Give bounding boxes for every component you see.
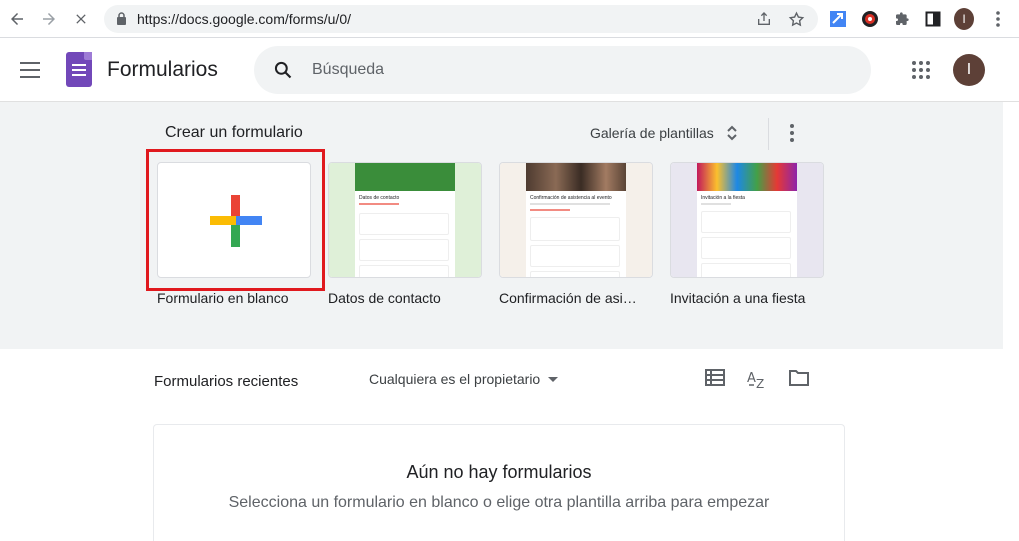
- empty-state: Aún no hay formularios Selecciona un for…: [153, 424, 845, 541]
- empty-state-title: Aún no hay formularios: [406, 462, 592, 482]
- folder-icon[interactable]: [788, 369, 810, 387]
- back-arrow-icon[interactable]: [6, 8, 28, 30]
- svg-text:Z: Z: [756, 377, 764, 389]
- empty-state-subtitle: Selecciona un formulario en blanco o eli…: [228, 494, 770, 511]
- svg-text:A: A: [747, 371, 756, 386]
- extension-red-icon[interactable]: [860, 9, 880, 29]
- template-label: Formulario en blanco: [157, 290, 289, 306]
- lock-icon: [116, 12, 128, 26]
- google-apps-icon[interactable]: [912, 61, 930, 79]
- side-panel-icon[interactable]: [923, 9, 943, 29]
- app-title[interactable]: Formularios: [107, 58, 218, 82]
- recent-forms-heading: Formularios recientes: [154, 373, 299, 390]
- address-bar[interactable]: https://docs.google.com/forms/u/0/: [104, 5, 818, 33]
- thumbnail-title: Datos de contacto: [359, 195, 400, 201]
- list-view-icon[interactable]: [705, 369, 727, 387]
- template-party[interactable]: Invitación a la fiesta Invitación a una …: [670, 162, 824, 306]
- owner-filter-label: Cualquiera es el propietario: [369, 371, 541, 387]
- template-label: Confirmación de asi…: [499, 290, 637, 306]
- sort-az-icon[interactable]: AZ: [746, 369, 768, 391]
- template-gallery-label: Galería de plantillas: [590, 125, 714, 141]
- forward-arrow-icon[interactable]: [38, 8, 60, 30]
- forms-logo-icon[interactable]: [66, 52, 92, 87]
- browser-profile-avatar[interactable]: I: [954, 8, 974, 30]
- search-input[interactable]: Búsqueda: [312, 61, 384, 79]
- url-text: https://docs.google.com/forms/u/0/: [137, 11, 351, 27]
- template-rsvp-thumbnail[interactable]: Confirmación de asistencia al evento: [499, 162, 653, 278]
- owner-filter-dropdown[interactable]: Cualquiera es el propietario: [369, 371, 559, 387]
- app-header: Formularios Búsqueda I: [0, 38, 1019, 102]
- divider: [768, 118, 769, 150]
- highlight-box: [146, 149, 325, 291]
- more-options-icon[interactable]: [790, 124, 794, 145]
- template-contact-thumbnail[interactable]: Datos de contacto: [328, 162, 482, 278]
- unfold-icon: [726, 124, 738, 142]
- template-party-thumbnail[interactable]: Invitación a la fiesta: [670, 162, 824, 278]
- create-form-heading: Crear un formulario: [165, 124, 303, 141]
- extension-cast-icon[interactable]: [828, 9, 848, 29]
- template-label: Datos de contacto: [328, 290, 441, 306]
- browser-menu-icon[interactable]: [988, 9, 1008, 29]
- template-gallery: Crear un formulario Galería de plantilla…: [0, 102, 1003, 349]
- account-avatar[interactable]: I: [953, 54, 985, 86]
- thumbnail-title: Invitación a la fiesta: [701, 195, 745, 201]
- bookmark-star-icon[interactable]: [786, 9, 806, 29]
- search-bar[interactable]: Búsqueda: [254, 46, 871, 94]
- stop-loading-icon[interactable]: [70, 8, 92, 30]
- caret-down-icon: [548, 376, 559, 382]
- template-contact[interactable]: Datos de contacto Datos de contacto: [328, 162, 482, 306]
- template-gallery-button[interactable]: Galería de plantillas: [590, 124, 738, 142]
- template-label: Invitación a una fiesta: [670, 290, 806, 306]
- main-menu-icon[interactable]: [20, 62, 40, 78]
- browser-toolbar: https://docs.google.com/forms/u/0/ I: [0, 0, 1019, 38]
- search-icon[interactable]: [273, 60, 293, 80]
- template-rsvp[interactable]: Confirmación de asistencia al evento Con…: [499, 162, 653, 306]
- thumbnail-title: Confirmación de asistencia al evento: [530, 195, 612, 201]
- share-icon[interactable]: [754, 9, 774, 29]
- extensions-puzzle-icon[interactable]: [892, 9, 912, 29]
